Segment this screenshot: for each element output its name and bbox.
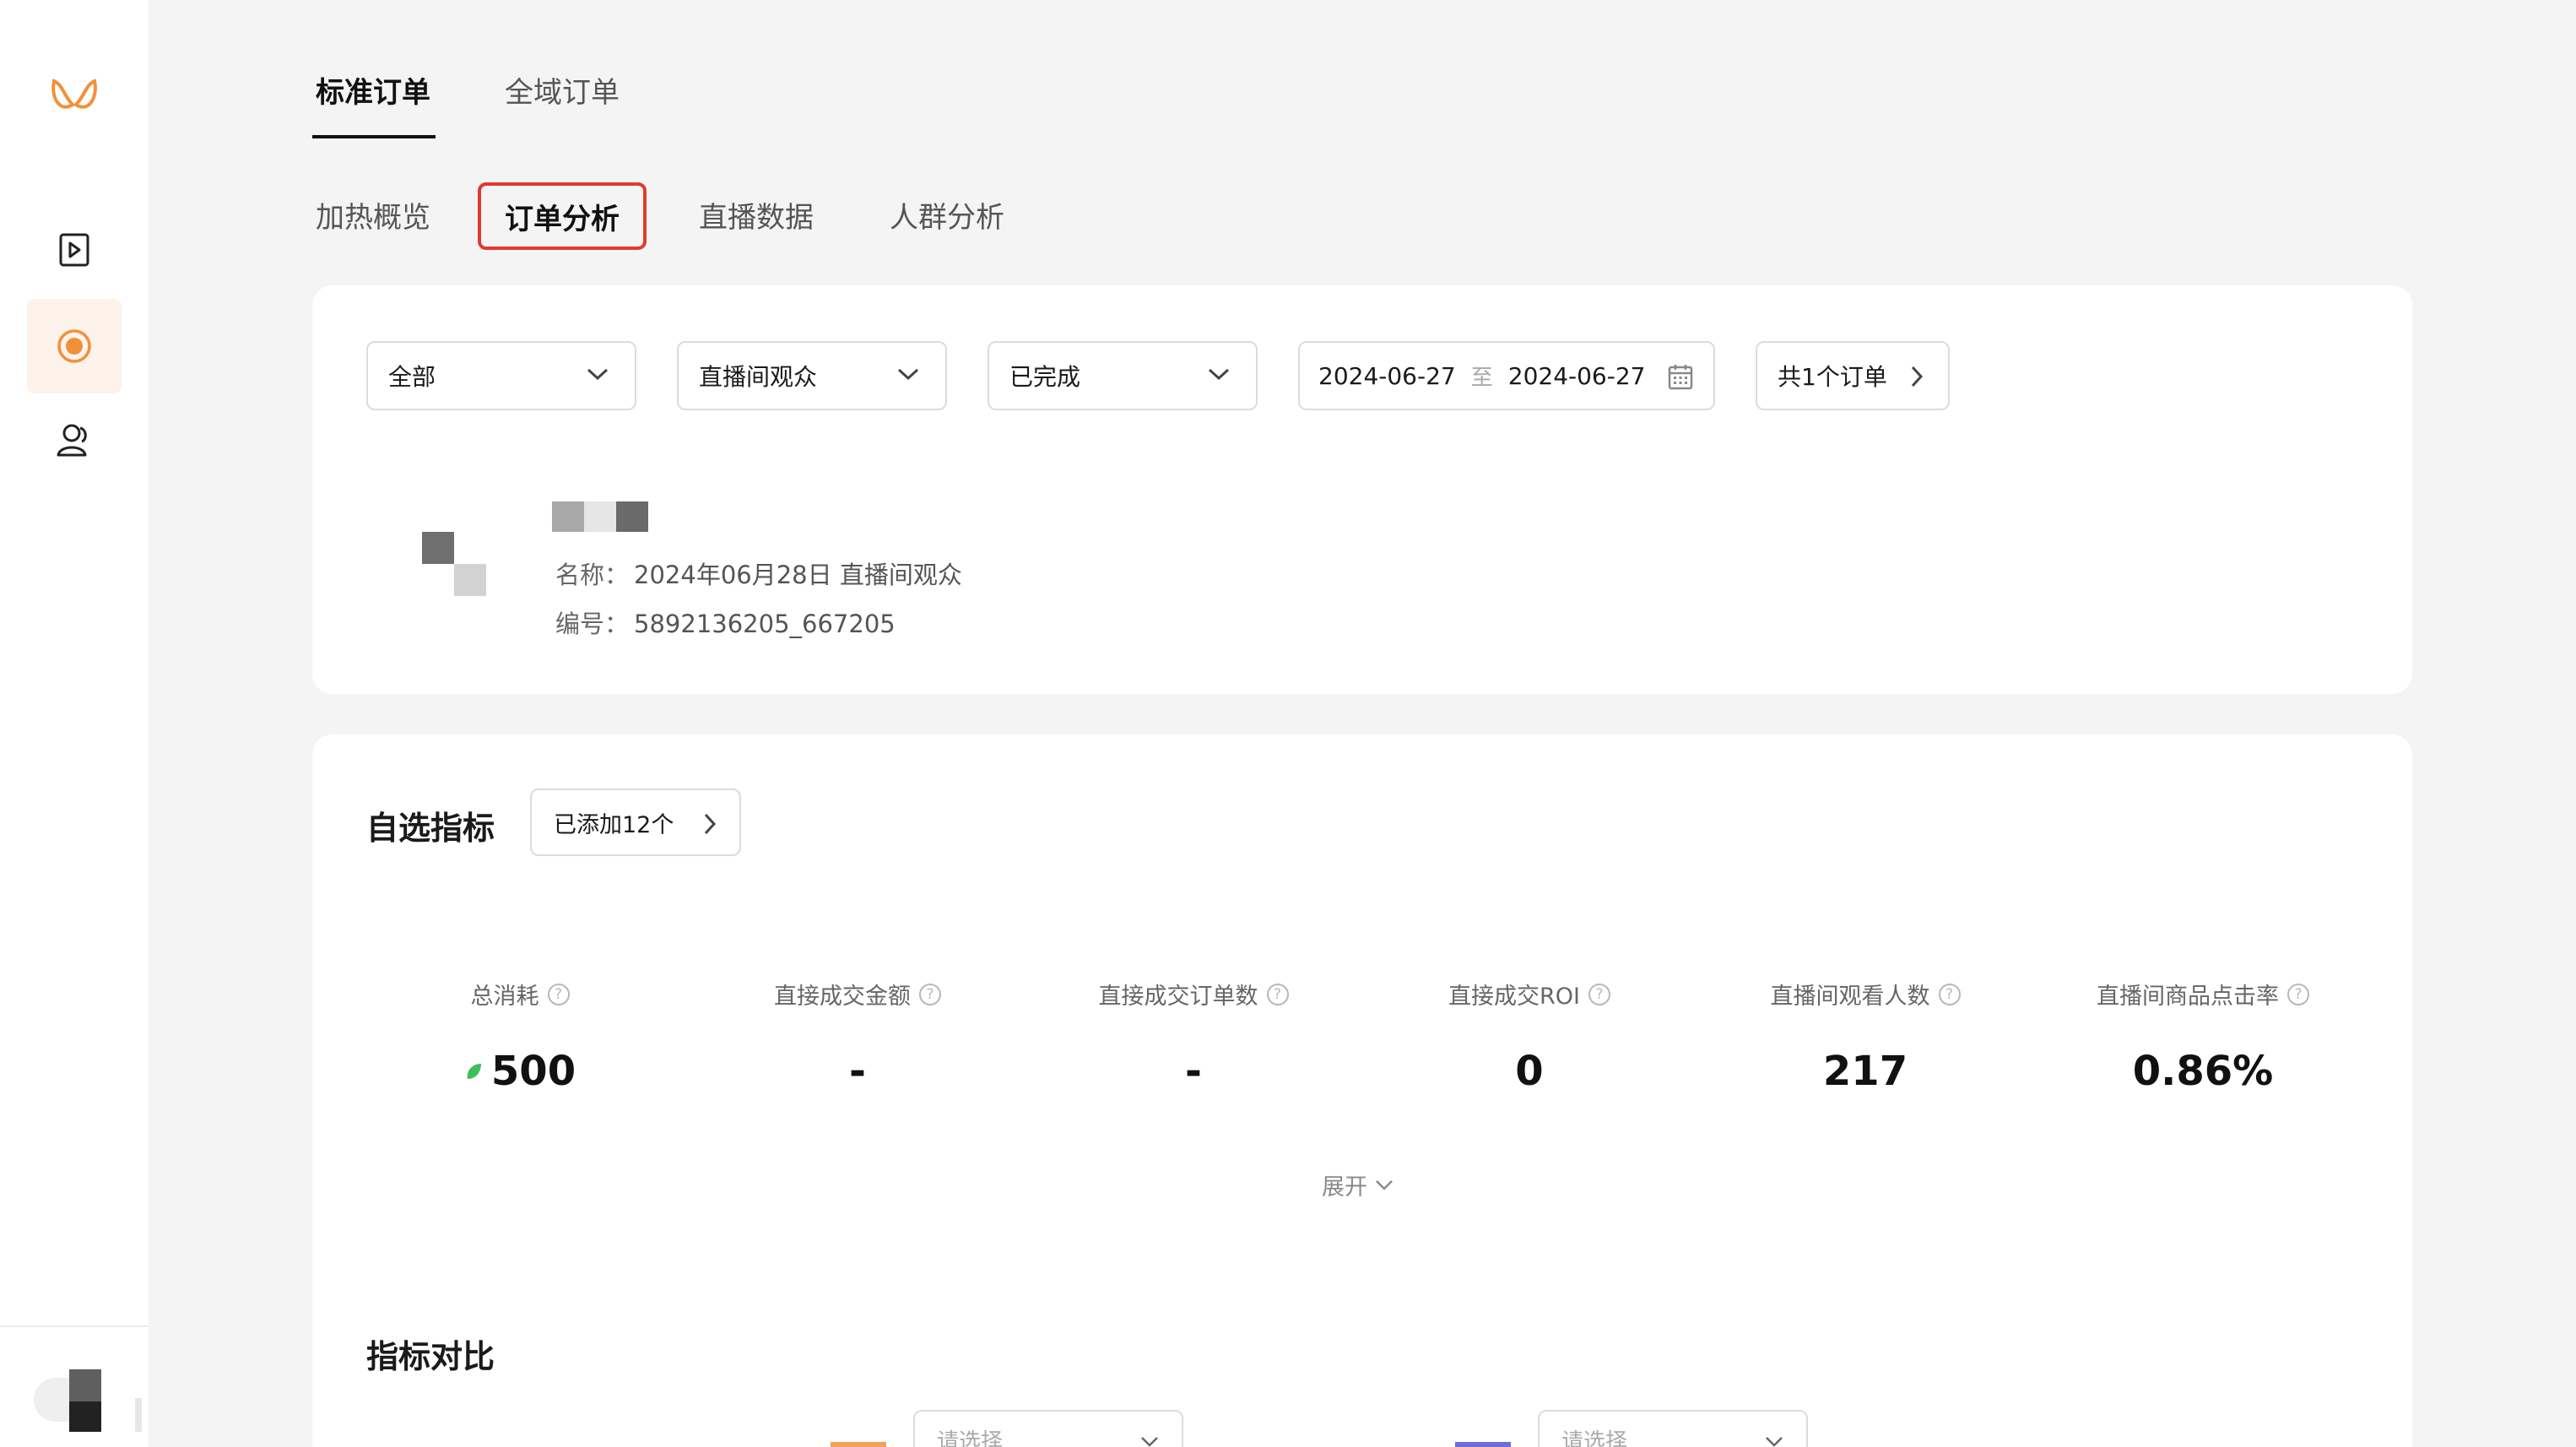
leaf-icon	[467, 1064, 481, 1079]
status-select[interactable]: 已完成	[988, 341, 1258, 410]
sidebar	[0, 0, 149, 1447]
metric-value: 0.86%	[2132, 1048, 2274, 1095]
metric-value: 500	[490, 1048, 576, 1095]
target-icon	[57, 329, 91, 363]
metric-compare-title: 指标对比	[366, 1338, 495, 1375]
expand-label: 展开	[1322, 1174, 1367, 1200]
date-separator: 至	[1470, 365, 1493, 391]
metric-value: 217	[1822, 1048, 1908, 1095]
chevron-right-icon	[704, 813, 717, 835]
order-name-line: 名称： 2024年06月28日 直播间观众	[555, 555, 962, 591]
metric-direct-roi: 直接成交ROI? 0	[1377, 978, 1681, 1095]
date-start[interactable]: 2024-06-27	[1318, 362, 1456, 390]
added-metrics-button[interactable]: 已添加12个	[530, 789, 741, 856]
tab-audience-analysis[interactable]: 人群分析	[890, 194, 1004, 236]
metric-label: 直播间观看人数	[1770, 984, 1930, 1010]
metric-live-viewers: 直播间观看人数? 217	[1713, 978, 2017, 1095]
sidebar-item-video[interactable]	[27, 203, 122, 297]
help-icon[interactable]: ?	[547, 983, 570, 1005]
custom-metrics-title: 自选指标	[366, 810, 495, 847]
order-name-label: 名称：	[555, 561, 630, 589]
metric-label: 直接成交ROI	[1448, 984, 1580, 1010]
metric-direct-gmv: 直接成交金额? -	[706, 978, 1009, 1095]
active-tab-underline	[312, 135, 436, 138]
avatar[interactable]	[34, 1366, 105, 1437]
order-count-button[interactable]: 共1个订单	[1756, 341, 1950, 410]
compare-a-swatch	[831, 1442, 886, 1447]
metric-label: 总消耗	[470, 984, 539, 1010]
help-icon[interactable]: ?	[1938, 983, 1961, 1005]
calendar-icon[interactable]	[1668, 363, 1693, 390]
order-id-line: 编号： 5892136205_667205	[555, 604, 896, 640]
tab-heating-overview[interactable]: 加热概览	[316, 194, 430, 236]
brand-logo-icon[interactable]	[47, 71, 101, 122]
order-thumbnail	[363, 473, 513, 623]
metric-value: -	[1185, 1048, 1202, 1095]
expand-button[interactable]: 展开	[1322, 1168, 1394, 1201]
sidebar-divider	[0, 1325, 149, 1327]
audience-select[interactable]: 直播间观众	[677, 341, 947, 410]
metric-label: 直播间商品点击率	[2097, 984, 2279, 1010]
order-id-value: 5892136205_667205	[634, 610, 896, 638]
people-icon	[57, 424, 87, 457]
video-play-icon	[59, 233, 89, 267]
chevron-down-icon	[587, 368, 609, 381]
compare-metric-b-select[interactable]: 请选择	[1538, 1410, 1808, 1447]
sidebar-scrollbar[interactable]	[135, 1398, 142, 1432]
chevron-down-icon	[1766, 1437, 1783, 1447]
metric-value: -	[849, 1048, 866, 1095]
help-icon[interactable]: ?	[1266, 983, 1289, 1005]
order-name-value: 2024年06月28日 直播间观众	[634, 561, 962, 589]
compare-b-placeholder: 请选择	[1561, 1428, 1628, 1447]
compare-b-swatch	[1455, 1442, 1511, 1447]
compare-metric-a-select[interactable]: 请选择	[913, 1410, 1183, 1447]
chevron-down-icon	[897, 368, 919, 381]
metric-label: 直接成交金额	[774, 984, 911, 1010]
chevron-down-icon	[1376, 1179, 1393, 1190]
chevron-down-icon	[1208, 368, 1230, 381]
sidebar-item-orders[interactable]	[27, 299, 122, 393]
added-metrics-label: 已添加12个	[554, 811, 674, 838]
help-icon[interactable]: ?	[2287, 983, 2309, 1005]
audience-select-value: 直播间观众	[699, 363, 818, 391]
metric-direct-orders: 直接成交订单数? -	[1042, 978, 1345, 1095]
status-select-value: 已完成	[1009, 363, 1081, 391]
tab-standard-orders[interactable]: 标准订单	[316, 69, 430, 111]
order-id-label: 编号：	[555, 610, 630, 638]
metric-product-ctr: 直播间商品点击率? 0.86%	[2051, 978, 2355, 1095]
metric-label: 直接成交订单数	[1098, 984, 1258, 1010]
tab-global-orders[interactable]: 全域订单	[505, 69, 620, 111]
order-count-label: 共1个订单	[1778, 363, 1887, 391]
help-icon[interactable]: ?	[919, 983, 941, 1005]
help-icon[interactable]: ?	[1588, 983, 1610, 1005]
tab-live-data[interactable]: 直播数据	[699, 194, 814, 236]
compare-a-placeholder: 请选择	[937, 1428, 1004, 1447]
chevron-down-icon	[1141, 1437, 1158, 1447]
metric-value: 0	[1515, 1048, 1544, 1095]
order-title-redacted	[552, 501, 650, 532]
metric-total-spend: 总消耗? 500	[368, 978, 672, 1095]
sidebar-item-audience[interactable]	[27, 393, 122, 488]
tab-order-analysis[interactable]: 订单分析	[478, 182, 647, 250]
scope-select-value: 全部	[388, 363, 436, 391]
chevron-right-icon	[1911, 366, 1924, 387]
date-end[interactable]: 2024-06-27	[1508, 362, 1646, 390]
date-range-picker[interactable]: 2024-06-27 至 2024-06-27	[1298, 341, 1715, 410]
scope-select[interactable]: 全部	[366, 341, 636, 410]
